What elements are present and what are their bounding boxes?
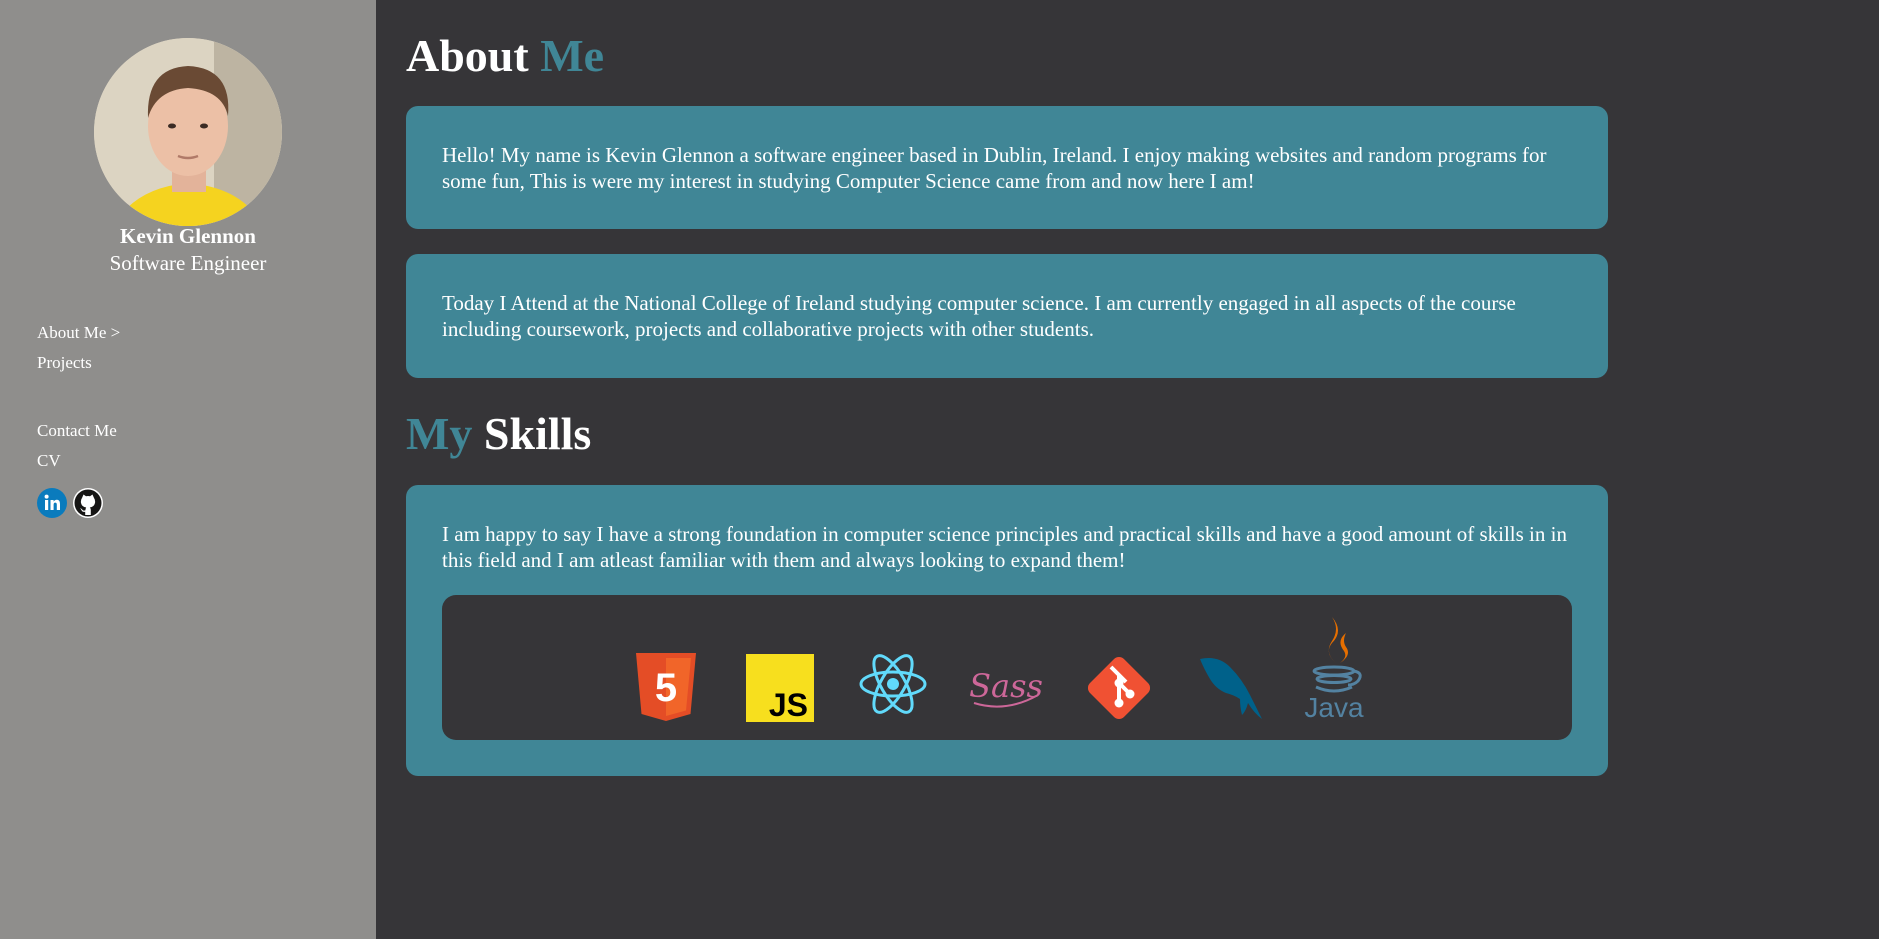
about-heading-accent: Me [540, 30, 605, 81]
react-icon [859, 654, 927, 714]
nav-cv[interactable]: CV [37, 446, 120, 476]
skills-icons-panel: 5 JS Sass Java [442, 595, 1572, 740]
sass-icon: Sass [970, 667, 1042, 708]
github-icon[interactable] [73, 488, 103, 518]
javascript-icon: JS [746, 654, 814, 722]
svg-text:5: 5 [655, 666, 677, 710]
about-card-2: Today I Attend at the National College o… [406, 254, 1608, 378]
about-card-1: Hello! My name is Kevin Glennon a softwa… [406, 106, 1608, 229]
nav-projects[interactable]: Projects [37, 348, 120, 378]
nav-about-me[interactable]: About Me > [37, 318, 120, 348]
skills-heading-white: Skills [483, 408, 592, 459]
svg-text:JS: JS [769, 687, 808, 722]
avatar [94, 38, 282, 226]
sidebar-nav: About Me > Projects Contact Me CV [37, 318, 120, 476]
git-icon [1087, 656, 1151, 720]
mysql-icon [1200, 658, 1262, 719]
about-heading-white: About [406, 30, 529, 81]
profile-name: Kevin Glennon [120, 224, 256, 248]
social-links [37, 488, 103, 518]
skills-card: I am happy to say I have a strong founda… [406, 485, 1608, 776]
skills-paragraph: I am happy to say I have a strong founda… [442, 522, 1567, 572]
profile-role: Software Engineer [109, 251, 267, 275]
nav-contact-me[interactable]: Contact Me [37, 416, 120, 446]
about-heading: About Me [406, 28, 604, 84]
about-paragraph-2: Today I Attend at the National College o… [442, 291, 1516, 341]
svg-text:Java: Java [1304, 692, 1364, 721]
java-icon: Java [1304, 617, 1364, 721]
html5-icon: 5 [636, 653, 696, 721]
sidebar: Kevin Glennon Software Engineer About Me… [0, 0, 376, 939]
linkedin-icon[interactable] [37, 488, 67, 518]
skills-heading-accent: My [406, 408, 473, 459]
about-paragraph-1: Hello! My name is Kevin Glennon a softwa… [442, 143, 1547, 193]
skills-heading: My Skills [406, 406, 591, 462]
